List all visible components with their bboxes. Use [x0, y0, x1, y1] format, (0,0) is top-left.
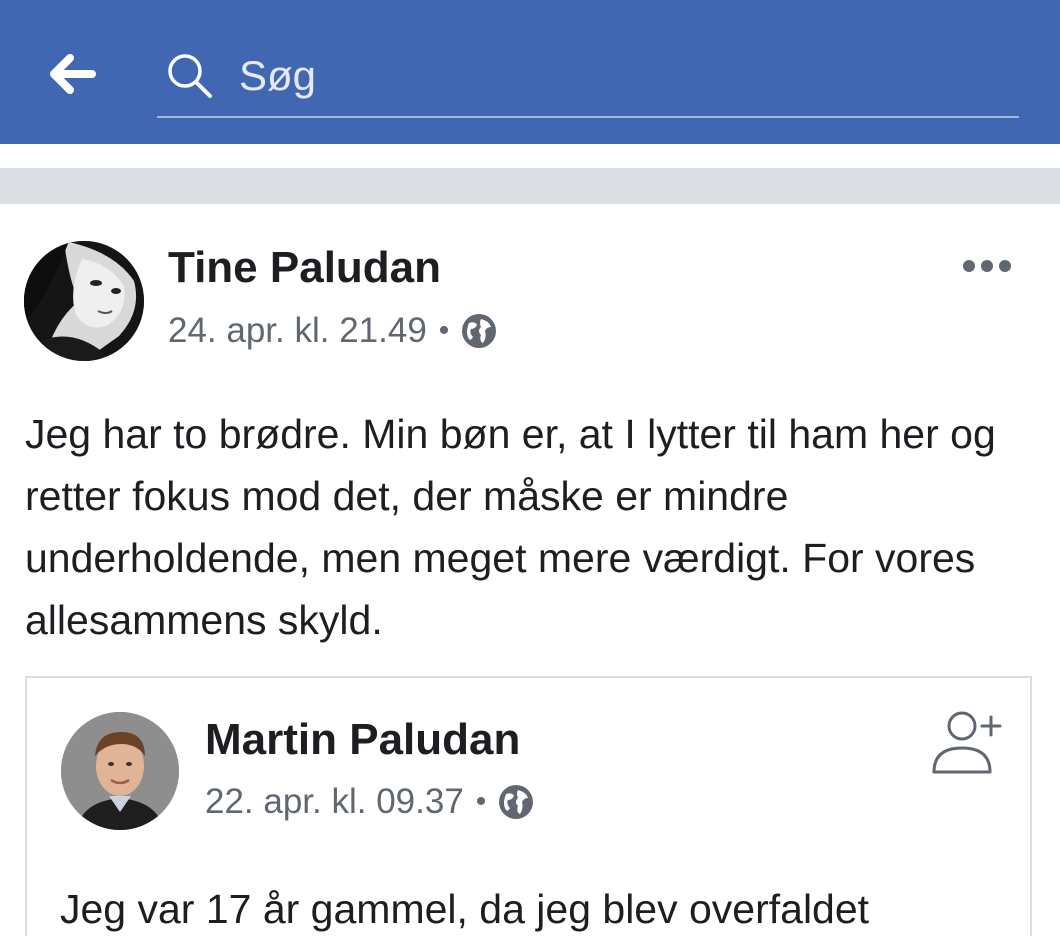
globe-icon	[462, 314, 497, 348]
shared-post-meta: 22. apr. kl. 09.37 •	[205, 782, 534, 822]
arrow-left-icon	[50, 54, 96, 94]
shared-author-avatar[interactable]	[61, 712, 179, 830]
meta-separator: •	[438, 314, 450, 347]
search-icon	[168, 54, 212, 98]
shared-post-date[interactable]: 22. apr. kl. 09.37	[205, 782, 464, 822]
search-input[interactable]	[239, 48, 999, 104]
post-more-button[interactable]	[955, 246, 1025, 286]
shared-post-text: Jeg var 17 år gammel, da jeg blev overfa…	[60, 886, 870, 932]
meta-separator: •	[475, 785, 487, 818]
avatar-photo	[24, 241, 144, 361]
post-author-name[interactable]: Tine Paludan	[168, 243, 441, 293]
feed-separator	[0, 168, 1060, 204]
search-bar[interactable]	[157, 40, 1019, 118]
author-avatar[interactable]	[24, 241, 144, 361]
add-friend-icon	[932, 711, 1002, 774]
globe-icon	[499, 785, 534, 819]
avatar-photo	[61, 712, 179, 830]
add-friend-button[interactable]	[928, 706, 1004, 780]
shared-author-name[interactable]: Martin Paludan	[205, 715, 520, 765]
more-horizontal-icon	[963, 260, 1011, 272]
post-text: Jeg har to brødre. Min bøn er, at I lytt…	[25, 411, 996, 643]
post-date[interactable]: 24. apr. kl. 21.49	[168, 311, 427, 351]
back-button[interactable]	[40, 50, 104, 98]
post-meta: 24. apr. kl. 21.49 •	[168, 311, 497, 351]
top-bar	[0, 0, 1060, 144]
